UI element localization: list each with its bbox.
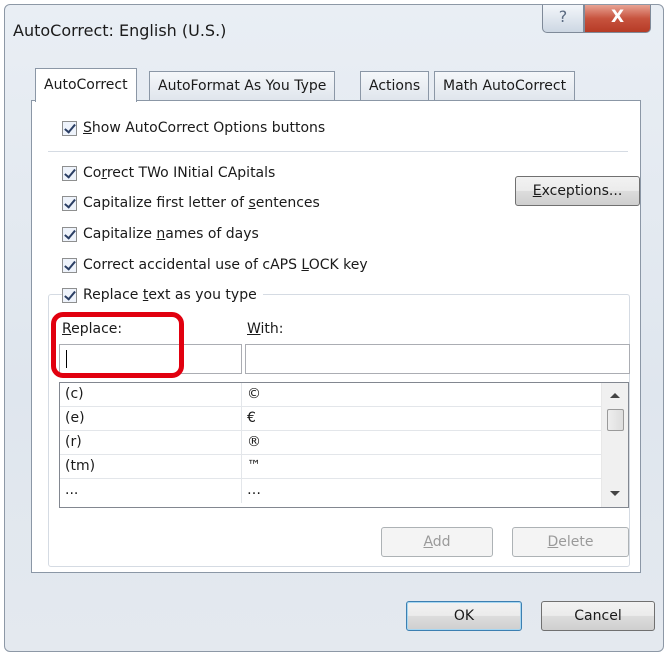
replace-cell: ... bbox=[65, 482, 79, 498]
column-divider bbox=[241, 479, 242, 503]
add-label: dd bbox=[432, 534, 451, 550]
column-divider bbox=[241, 383, 242, 407]
checkbox-checked-icon bbox=[62, 120, 77, 136]
vertical-scrollbar[interactable] bbox=[601, 383, 628, 507]
capitalize-names-of-days-checkbox[interactable]: Capitalize names of days bbox=[62, 224, 259, 244]
checkbox-label: Show AutoCorrect Options buttons bbox=[83, 120, 326, 136]
exceptions-label: xceptions... bbox=[541, 183, 623, 199]
with-cell: … bbox=[247, 482, 261, 498]
help-button[interactable]: ? bbox=[542, 5, 584, 33]
help-icon: ? bbox=[558, 7, 568, 26]
replace-text-as-you-type-checkbox[interactable]: Replace text as you type bbox=[62, 285, 263, 305]
ok-button[interactable]: OK bbox=[406, 601, 522, 631]
exceptions-key: E bbox=[532, 183, 542, 199]
correct-two-initial-capitals-checkbox[interactable]: Correct TWo INitial CApitals bbox=[62, 163, 275, 183]
with-input[interactable] bbox=[245, 344, 630, 374]
checkbox-label: Correct accidental use of cAPS LOCK key bbox=[83, 257, 368, 273]
list-item[interactable]: (r) ® bbox=[60, 431, 601, 455]
with-cell: ™ bbox=[247, 458, 261, 474]
list-item[interactable]: (tm) ™ bbox=[60, 455, 601, 479]
checkbox-checked-icon bbox=[62, 287, 77, 303]
dialog-title: AutoCorrect: English (U.S.) bbox=[13, 21, 227, 40]
delete-key: D bbox=[547, 534, 559, 550]
delete-label: elete bbox=[558, 534, 594, 550]
correct-caps-lock-checkbox[interactable]: Correct accidental use of cAPS LOCK key bbox=[62, 255, 368, 275]
add-key: A bbox=[423, 534, 433, 550]
cancel-button[interactable]: Cancel bbox=[541, 601, 655, 631]
checkbox-checked-icon bbox=[62, 226, 77, 242]
checkbox-label: Capitalize first letter of sentences bbox=[83, 195, 320, 211]
checkbox-label: Replace text as you type bbox=[83, 287, 257, 303]
checkbox-label: Correct TWo INitial CApitals bbox=[83, 165, 276, 181]
checkbox-label: Capitalize names of days bbox=[83, 226, 259, 242]
tab-actions-label: Actions bbox=[369, 78, 421, 94]
tab-autoformat-label: AutoFormat As You Type bbox=[158, 78, 327, 94]
exceptions-button[interactable]: Exceptions... bbox=[515, 176, 640, 206]
replace-cell: (r) bbox=[65, 434, 82, 450]
list-item[interactable]: (e) € bbox=[60, 407, 601, 431]
checkbox-checked-icon bbox=[62, 165, 77, 181]
tab-autocorrect[interactable]: AutoCorrect bbox=[35, 68, 137, 102]
show-autocorrect-options-checkbox[interactable]: Show AutoCorrect Options buttons bbox=[62, 118, 325, 138]
cancel-label: Cancel bbox=[574, 608, 622, 624]
replace-cell: (c) bbox=[65, 386, 84, 402]
tab-math-autocorrect[interactable]: Math AutoCorrect bbox=[434, 71, 576, 101]
title-bar[interactable]: AutoCorrect: English (U.S.) ? X bbox=[5, 5, 663, 59]
scroll-down-icon[interactable] bbox=[610, 491, 620, 496]
scroll-up-icon[interactable] bbox=[610, 393, 620, 398]
with-label: With: bbox=[247, 321, 284, 337]
tab-autoformat-as-you-type[interactable]: AutoFormat As You Type bbox=[149, 71, 336, 101]
delete-button[interactable]: Delete bbox=[512, 527, 629, 557]
separator bbox=[48, 151, 628, 152]
autocorrect-entries-list[interactable]: (c) © (e) € (r) ® (tm) ™ ... … bbox=[59, 382, 629, 508]
ok-label: OK bbox=[453, 608, 475, 624]
list-item[interactable]: ... … bbox=[60, 479, 601, 503]
annotation-highlight bbox=[51, 312, 184, 378]
list-item[interactable]: (c) © bbox=[60, 383, 601, 407]
close-icon: X bbox=[610, 7, 625, 27]
replace-cell: (tm) bbox=[65, 458, 96, 474]
tab-autocorrect-label: AutoCorrect bbox=[44, 77, 128, 93]
capitalize-first-letter-checkbox[interactable]: Capitalize first letter of sentences bbox=[62, 193, 320, 213]
scrollbar-thumb[interactable] bbox=[607, 409, 624, 431]
tab-math-autocorrect-label: Math AutoCorrect bbox=[443, 78, 567, 94]
add-button[interactable]: Add bbox=[381, 527, 493, 557]
tab-actions[interactable]: Actions bbox=[360, 71, 430, 101]
close-button[interactable]: X bbox=[584, 5, 651, 33]
checkbox-checked-icon bbox=[62, 195, 77, 211]
column-divider bbox=[241, 407, 242, 431]
checkbox-checked-icon bbox=[62, 257, 77, 273]
column-divider bbox=[241, 431, 242, 455]
replace-cell: (e) bbox=[65, 410, 85, 426]
column-divider bbox=[241, 455, 242, 479]
with-cell: € bbox=[247, 410, 256, 426]
with-cell: ® bbox=[247, 434, 261, 450]
with-cell: © bbox=[247, 386, 261, 402]
